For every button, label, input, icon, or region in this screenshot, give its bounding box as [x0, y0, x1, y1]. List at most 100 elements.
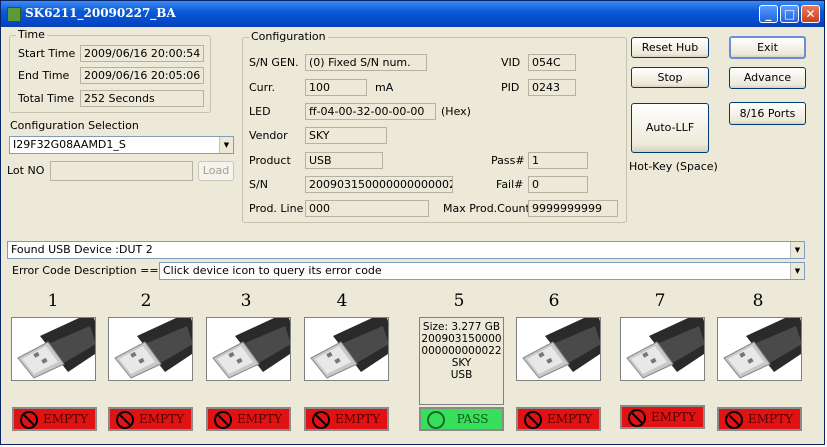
- port-8-device[interactable]: [717, 317, 802, 381]
- error-code-dropdown[interactable]: Click device icon to query its error cod…: [159, 262, 805, 280]
- port-6-status: EMPTY: [516, 407, 601, 431]
- prod-line-label: Prod. Line: [249, 202, 304, 215]
- max-prod-count-label: Max Prod.Count: [443, 202, 530, 215]
- port-3-number: 3: [240, 291, 252, 311]
- window-title: SK6211_20090227_BA: [25, 6, 176, 20]
- curr-label: Curr.: [249, 81, 275, 94]
- exit-button[interactable]: Exit: [729, 36, 806, 59]
- usb-drive-icon: [621, 318, 704, 380]
- lot-no-label: Lot NO: [7, 164, 45, 177]
- port-6-number: 6: [548, 291, 560, 311]
- fail-count-field: 0: [528, 176, 588, 193]
- curr-unit: mA: [375, 81, 394, 94]
- usb-drive-icon: [305, 318, 388, 380]
- port-4-number: 4: [336, 291, 348, 311]
- found-device-value: Found USB Device :DUT 2: [11, 243, 153, 256]
- minimize-button[interactable]: _: [759, 5, 778, 23]
- port-2-number: 2: [140, 291, 152, 311]
- prohibited-icon: [725, 411, 743, 429]
- usb-drive-icon: [207, 318, 290, 380]
- prohibited-icon: [312, 411, 330, 429]
- vendor-field: SKY: [305, 127, 387, 144]
- chevron-down-icon[interactable]: ▼: [790, 263, 804, 279]
- vendor-label: Vendor: [249, 129, 288, 142]
- reset-hub-button[interactable]: Reset Hub: [631, 37, 709, 58]
- port-5-sn-part-1: 200903150000: [421, 333, 502, 345]
- close-button[interactable]: ✕: [801, 5, 820, 23]
- port-5-status: PASS: [419, 407, 504, 431]
- stop-button[interactable]: Stop: [631, 67, 709, 88]
- usb-drive-icon: [517, 318, 600, 380]
- curr-field: 100: [305, 79, 367, 96]
- circle-icon: [427, 411, 445, 429]
- led-unit: (Hex): [441, 105, 471, 118]
- prohibited-icon: [116, 411, 134, 429]
- vid-label: VID: [501, 56, 521, 69]
- advance-button[interactable]: Advance: [729, 67, 806, 89]
- port-1-number: 1: [47, 291, 59, 311]
- fail-count-label: Fail#: [496, 178, 524, 191]
- port-2-device[interactable]: [108, 317, 193, 381]
- port-1-status: EMPTY: [12, 407, 97, 431]
- time-group: Time Start Time 2009/06/16 20:00:54 End …: [9, 28, 211, 113]
- port-6-device[interactable]: [516, 317, 601, 381]
- configuration-group: Configuration S/N GEN. (0) Fixed S/N num…: [242, 30, 627, 223]
- auto-llf-button[interactable]: Auto-LLF: [631, 103, 709, 153]
- prohibited-icon: [214, 411, 232, 429]
- sn-gen-field: (0) Fixed S/N num.: [305, 54, 427, 71]
- port-5-size: Size: 3.277 GB: [422, 321, 501, 333]
- prohibited-icon: [524, 411, 542, 429]
- prohibited-icon: [628, 409, 646, 427]
- usb-drive-icon: [12, 318, 95, 380]
- product-field: USB: [305, 152, 383, 169]
- sn-field: 2009031500000000000022: [305, 176, 453, 193]
- port-1-device[interactable]: [11, 317, 96, 381]
- ports-8-16-button[interactable]: 8/16 Ports: [729, 102, 806, 125]
- port-7-device[interactable]: [620, 317, 705, 381]
- title-bar[interactable]: SK6211_20090227_BA _ □ ✕: [1, 1, 824, 27]
- configuration-legend: Configuration: [249, 30, 328, 43]
- pass-count-label: Pass#: [491, 154, 525, 167]
- chevron-down-icon[interactable]: ▼: [790, 242, 804, 258]
- total-time-field: 252 Seconds: [80, 90, 204, 107]
- start-time-label: Start Time: [18, 47, 76, 60]
- port-5-product: USB: [450, 369, 473, 381]
- end-time-field: 2009/06/16 20:05:06: [80, 67, 204, 84]
- start-time-field: 2009/06/16 20:00:54: [80, 45, 204, 62]
- usb-drive-icon: [718, 318, 801, 380]
- sn-label: S/N: [249, 178, 268, 191]
- load-button[interactable]: Load: [198, 161, 234, 181]
- port-4-device[interactable]: [304, 317, 389, 381]
- port-3-device[interactable]: [206, 317, 291, 381]
- pid-field: 0243: [528, 79, 576, 96]
- port-8-number: 8: [752, 291, 764, 311]
- client-area: Time Start Time 2009/06/16 20:00:54 End …: [4, 27, 821, 441]
- chevron-down-icon[interactable]: ▼: [219, 137, 233, 153]
- led-label: LED: [249, 105, 271, 118]
- sn-gen-label: S/N GEN.: [249, 56, 299, 69]
- found-device-dropdown[interactable]: Found USB Device :DUT 2 ▼: [7, 241, 805, 259]
- main-window: SK6211_20090227_BA _ □ ✕ Time Start Time…: [0, 0, 825, 445]
- product-label: Product: [249, 154, 291, 167]
- lot-no-field[interactable]: [50, 161, 193, 181]
- error-code-value: Click device icon to query its error cod…: [163, 264, 382, 277]
- port-5-sn-part-2: 000000000022: [421, 345, 502, 357]
- port-4-status: EMPTY: [304, 407, 389, 431]
- config-selection-label: Configuration Selection: [10, 119, 139, 132]
- maximize-button[interactable]: □: [780, 5, 799, 23]
- port-3-status: EMPTY: [206, 407, 291, 431]
- port-7-status: EMPTY: [620, 405, 705, 429]
- config-selection-dropdown[interactable]: I29F32G08AAMD1_S ▼: [9, 136, 234, 154]
- port-5-device-info[interactable]: Size: 3.277 GB 200903150000 000000000022…: [419, 317, 504, 405]
- max-prod-count-field: 9999999999: [528, 200, 618, 217]
- config-selection-value: I29F32G08AAMD1_S: [13, 138, 126, 151]
- port-8-status: EMPTY: [717, 407, 802, 431]
- prohibited-icon: [20, 411, 38, 429]
- total-time-label: Total Time: [18, 92, 75, 105]
- time-legend: Time: [16, 28, 47, 41]
- hotkey-label: Hot-Key (Space): [629, 160, 718, 173]
- app-icon: [7, 7, 21, 22]
- error-code-label: Error Code Description ==>: [12, 264, 168, 277]
- port-5-number: 5: [453, 291, 465, 311]
- led-field: ff-04-00-32-00-00-00: [305, 103, 436, 120]
